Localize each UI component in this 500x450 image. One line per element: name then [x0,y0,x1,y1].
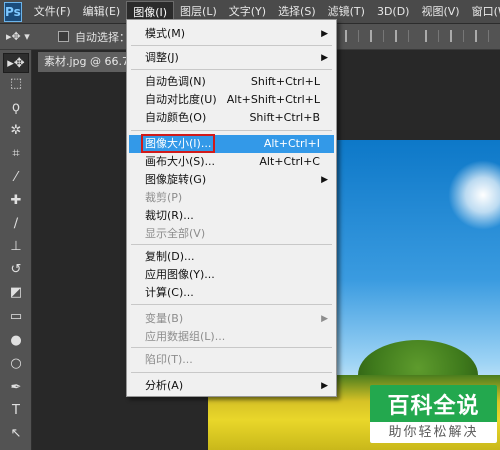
image-menu-item: 变量(B) ▶ [129,310,334,328]
align-bottom-icon[interactable] [395,30,409,42]
align-vcenter-icon[interactable] [370,30,384,42]
menu-item-label: 图像旋转(G) [145,173,207,186]
history-brush-tool-icon[interactable]: ↺ [3,259,29,279]
menu-separator [131,304,332,305]
lasso-tool-icon[interactable]: ϙ [3,97,29,117]
photoshop-logo-icon: Ps [4,1,22,22]
dodge-tool-icon[interactable]: ○ [3,353,29,373]
watermark-title: 百科全说 [387,394,480,419]
healing-brush-tool-icon[interactable]: ✚ [3,190,29,210]
menu-item-label: 应用图像(Y)... [145,268,215,281]
menu-item-label: 图像大小(I)... [141,134,216,153]
submenu-arrow-icon: ▶ [321,381,328,391]
image-menu-item[interactable]: 调整(J) ▶ [129,49,334,67]
image-menu-item[interactable]: 分析(A) ▶ [129,377,334,395]
image-menu-item[interactable]: 画布大小(S)... Alt+Ctrl+C [129,153,334,171]
submenu-arrow-icon: ▶ [321,175,328,185]
menu-file[interactable]: 文件(F) [28,1,77,23]
menu-edit[interactable]: 编辑(E) [77,1,127,23]
image-menu-item[interactable]: 模式(M) ▶ [129,25,334,43]
menu-item-label: 复制(D)... [145,250,195,263]
image-menu-item[interactable]: 图像大小(I)... Alt+Ctrl+I [129,134,334,153]
type-tool-icon[interactable]: T [3,400,29,420]
menu-item-shortcut: Shift+Ctrl+B [249,111,320,124]
image-menu-item: 陷印(T)... [129,351,334,369]
image-menu-item[interactable]: 图像旋转(G) ▶ [129,171,334,189]
menu-3d[interactable]: 3D(D) [371,1,416,23]
image-menu-item[interactable]: 复制(D)... [129,248,334,266]
gradient-tool-icon[interactable]: ▭ [3,306,29,326]
image-menu-item: 裁剪(P) [129,189,334,207]
menu-item-label: 陷印(T)... [145,353,193,366]
menu-item-label: 裁剪(P) [145,191,183,204]
image-menu-item[interactable]: 应用图像(Y)... [129,266,334,284]
menu-item-shortcut: Alt+Ctrl+C [259,155,320,168]
menu-item-label: 计算(C)... [145,286,194,299]
tool-preset-picker[interactable]: ▸✥ ▾ [6,27,46,47]
menu-item-label: 自动对比度(U) [145,93,217,106]
menu-item-label: 裁切(R)... [145,209,194,222]
image-menu-item[interactable]: 自动对比度(U) Alt+Shift+Ctrl+L [129,91,334,109]
menu-view[interactable]: 视图(V) [415,1,465,23]
clone-stamp-tool-icon[interactable]: ⊥ [3,236,29,256]
menu-item-shortcut: Shift+Ctrl+L [250,75,320,88]
image-menu-item[interactable]: 自动颜色(O) Shift+Ctrl+B [129,109,334,127]
menu-item-label: 显示全部(V) [145,227,206,240]
tool-panel: ▸✥ ⬚ ϙ ✲ ⌗ ⁄ ✚ ∕ ⊥ ↺ ◩ ▭ ● ○ ✒ T ↖ [0,50,32,450]
image-menu-item[interactable]: 自动色调(N) Shift+Ctrl+L [129,73,334,91]
brush-tool-icon[interactable]: ∕ [3,213,29,233]
menu-window[interactable]: 窗口(W) [466,1,500,23]
image-menu-dropdown: 模式(M) ▶ 调整(J) ▶ 自动色调(N) Shift+Ctrl+L 自动对比度(U) A… [126,19,337,397]
menu-separator [131,130,332,131]
path-selection-tool-icon[interactable]: ↖ [3,423,29,443]
menu-item-label: 调整(J) [145,51,179,64]
submenu-arrow-icon: ▶ [321,314,328,324]
image-menu-item[interactable]: 裁切(R)... [129,207,334,225]
auto-select-checkbox[interactable] [58,31,69,42]
menu-item-label: 应用数据组(L)... [145,330,226,343]
move-tool-icon[interactable]: ▸✥ [3,53,29,73]
menu-item-label: 分析(A) [145,379,184,392]
menu-item-label: 变量(B) [145,312,184,325]
image-menu-item[interactable]: 计算(C)... [129,284,334,302]
crop-tool-icon[interactable]: ⌗ [3,143,29,163]
distribute-center-icon[interactable] [450,30,464,42]
menu-item-shortcut: Alt+Shift+Ctrl+L [226,93,320,106]
blur-tool-icon[interactable]: ● [3,330,29,350]
image-menu-item: 应用数据组(L)... [129,328,334,346]
pen-tool-icon[interactable]: ✒ [3,377,29,397]
menu-item-label: 画布大小(S)... [145,155,216,168]
menu-item-label: 自动色调(N) [145,75,206,88]
marquee-tool-icon[interactable]: ⬚ [3,73,29,93]
menu-item-label: 自动颜色(O) [145,111,207,124]
watermark-logo: 百科全说 助你轻松解决 [370,385,497,443]
menu-item-shortcut: Alt+Ctrl+I [263,137,320,150]
menu-separator [131,372,332,373]
eraser-tool-icon[interactable]: ◩ [3,282,29,302]
menu-separator [131,347,332,348]
magic-wand-tool-icon[interactable]: ✲ [3,120,29,140]
auto-select-label: 自动选择： [75,30,130,44]
watermark-subtitle: 助你轻松解决 [370,422,497,443]
menu-separator [131,244,332,245]
align-top-icon[interactable] [345,30,359,42]
document-tab[interactable]: 素材.jpg @ 66.7% [38,52,133,72]
image-menu-item: 显示全部(V) [129,225,334,243]
distribute-right-icon[interactable] [475,30,489,42]
eyedropper-tool-icon[interactable]: ⁄ [3,167,29,187]
distribute-left-icon[interactable] [425,30,439,42]
menu-separator [131,69,332,70]
submenu-arrow-icon: ▶ [321,29,328,39]
menu-item-label: 模式(M) [145,27,186,40]
submenu-arrow-icon: ▶ [321,53,328,63]
menu-separator [131,45,332,46]
